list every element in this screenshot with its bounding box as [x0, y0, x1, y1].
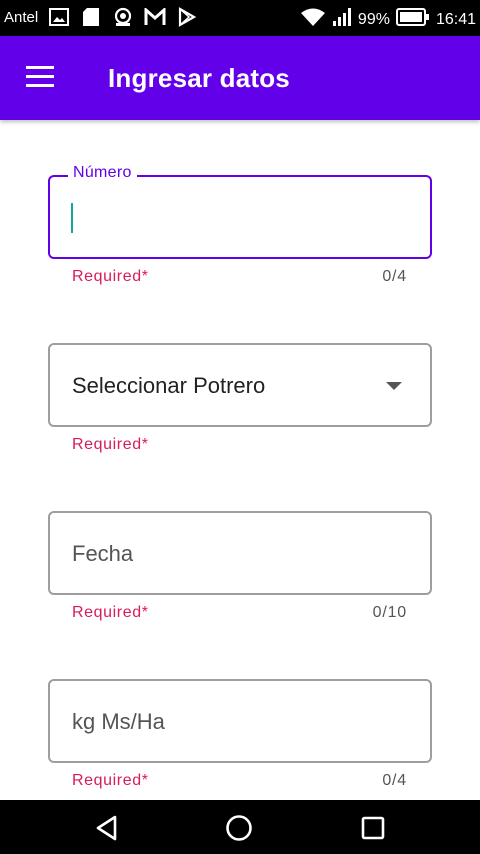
kg-placeholder: kg Ms/Ha [72, 709, 165, 734]
dropdown-arrow-icon [386, 382, 402, 390]
numero-char-counter: 0/4 [382, 268, 407, 285]
page-title: Ingresar datos [108, 63, 290, 93]
potrero-selected-value: Seleccionar Potrero [72, 373, 266, 398]
recents-icon[interactable] [356, 811, 390, 845]
radio-icon [112, 7, 134, 27]
navigation-bar [0, 800, 480, 854]
fecha-input[interactable]: Fecha [48, 511, 432, 595]
battery-percent: 99% [357, 10, 390, 28]
potrero-select[interactable]: Seleccionar Potrero [48, 343, 432, 427]
battery-icon [395, 8, 430, 31]
hamburger-menu-icon[interactable] [24, 66, 58, 90]
kg-char-counter: 0/4 [382, 772, 407, 789]
app-bar: Ingresar datos [0, 36, 480, 120]
back-icon[interactable] [90, 811, 124, 845]
sd-card-icon [80, 7, 102, 27]
notification-icons [48, 7, 198, 27]
fecha-helper-text: Required* [72, 604, 149, 621]
signal-icon [332, 7, 352, 32]
home-icon[interactable] [222, 811, 256, 845]
kg-input[interactable]: kg Ms/Ha [48, 679, 432, 763]
potrero-helper-text: Required* [72, 436, 149, 453]
wifi-icon [300, 7, 326, 32]
gmail-icon [144, 7, 166, 27]
text-cursor [71, 203, 73, 233]
play-store-icon [176, 7, 198, 27]
status-right: 99% 16:41 [300, 7, 476, 32]
fecha-placeholder: Fecha [72, 541, 134, 566]
fecha-char-counter: 0/10 [372, 604, 407, 621]
status-bar: Antel 99% 16:41 [0, 0, 480, 36]
clock: 16:41 [435, 10, 476, 28]
carrier-name: Antel [4, 9, 39, 26]
numero-label: Número [68, 164, 137, 182]
numero-input[interactable]: Número [48, 164, 432, 259]
image-icon [48, 7, 70, 27]
numero-helper-text: Required* [72, 268, 149, 285]
kg-helper-text: Required* [72, 772, 149, 789]
